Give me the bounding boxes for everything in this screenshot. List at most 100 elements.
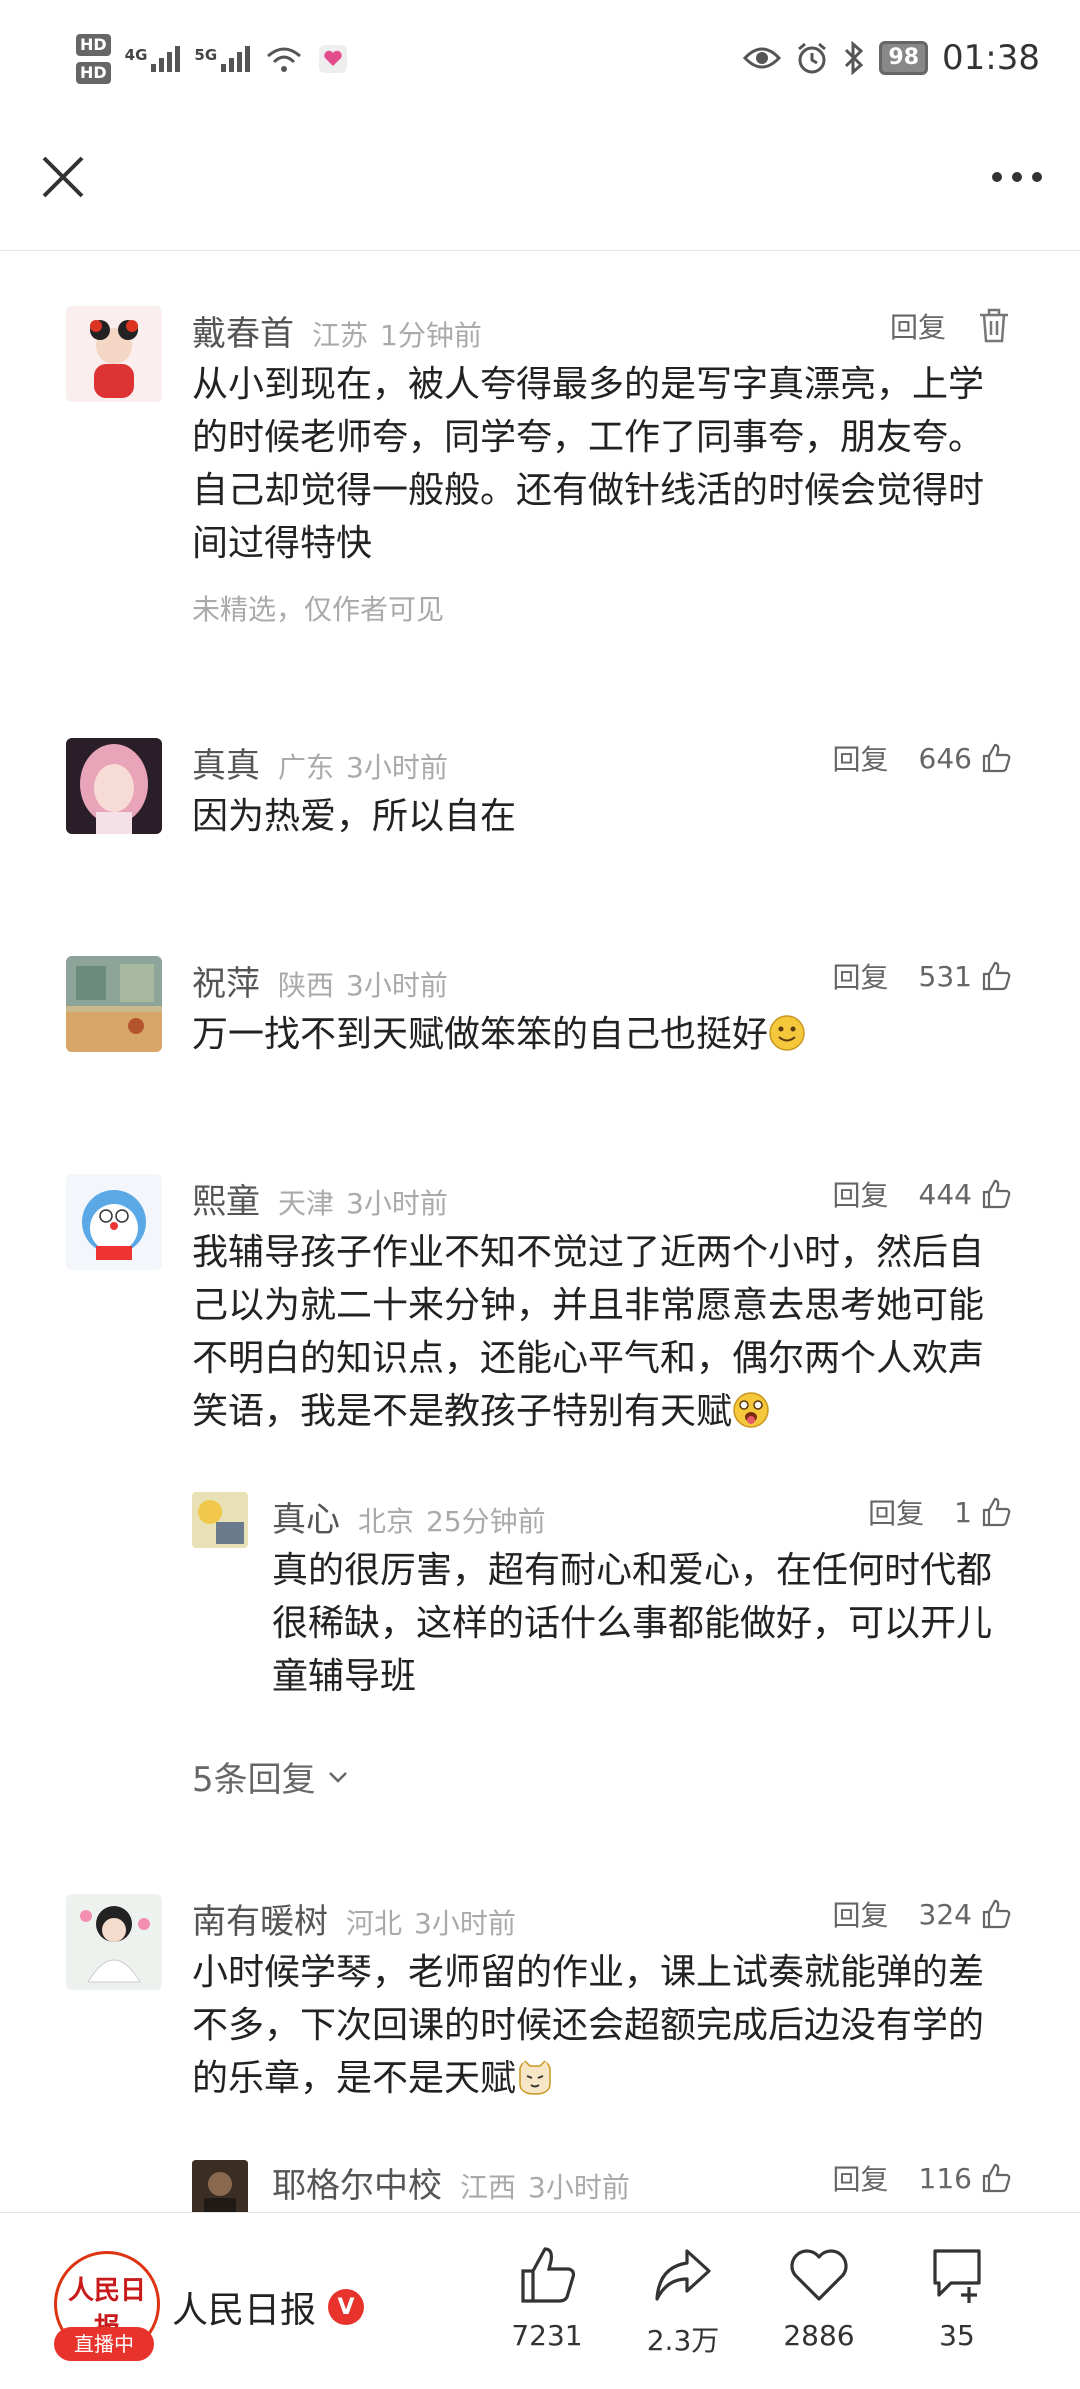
like-count: 116 (918, 2161, 972, 2195)
comment-text: 小时候学琴，老师留的作业，课上试奏就能弹的差不多，下次回课的时候还会超额完成后边… (192, 1952, 985, 2099)
favorite-button[interactable]: 2886 (764, 2243, 874, 2352)
publisher-name: 人民日报 (172, 2290, 317, 2331)
reply-time: 25分钟前 (426, 1505, 546, 1538)
comment-region: 河北 (346, 1907, 403, 1940)
comment-total: 35 (939, 2319, 975, 2352)
commenter-name[interactable]: 真真 (192, 738, 260, 787)
wifi-icon (267, 47, 302, 72)
comment-time: 3小时前 (414, 1907, 516, 1940)
comment-text: 万一找不到天赋做笨笨的自己也挺好 (192, 1014, 769, 1055)
reply-avatar[interactable] (192, 1492, 248, 1548)
signal-4g-icon: 4G (125, 46, 181, 72)
comment-button[interactable]: 35 (902, 2243, 1012, 2352)
status-right: 98 01:38 (743, 38, 1040, 78)
reply-avatar[interactable] (192, 2160, 248, 2216)
expand-replies-button[interactable]: 5条回复 (192, 1752, 350, 1801)
reply-button[interactable]: 回复 (868, 1492, 924, 1532)
commenter-name[interactable]: 戴春首 (192, 306, 294, 355)
bottom-action-bar: 人民日报 直播中 人民日报 V 7231 2.3万 2886 35 (0, 2212, 1080, 2389)
avatar[interactable] (66, 1174, 162, 1270)
like-button[interactable]: 531 (919, 960, 1012, 993)
more-options-button[interactable] (984, 152, 1050, 202)
favorite-total: 2886 (783, 2319, 855, 2352)
thumbs-up-icon (982, 1179, 1011, 1209)
heart-icon (790, 2249, 848, 2301)
reply-name[interactable]: 耶格尔中校 (272, 2158, 442, 2207)
bluetooth-icon (845, 41, 864, 75)
comment-text: 从小到现在，被人夸得最多的是写字真漂亮，上学的时候老师夸，同学夸，工作了同事夸，… (192, 364, 985, 564)
thumbs-up-icon (982, 2163, 1011, 2193)
like-button[interactable]: 324 (919, 1898, 1012, 1931)
reply-button[interactable]: 回复 (833, 1894, 889, 1934)
like-button[interactable]: 646 (919, 742, 1012, 775)
like-article-button[interactable]: 7231 (492, 2243, 602, 2352)
health-app-icon (319, 45, 348, 73)
reply-button[interactable]: 回复 (833, 2158, 889, 2198)
close-button[interactable] (30, 144, 96, 210)
live-badge[interactable]: 直播中 (54, 2327, 154, 2361)
reply-button[interactable]: 回复 (890, 306, 946, 346)
comment-add-icon (933, 2249, 981, 2303)
reply-button[interactable]: 回复 (833, 738, 889, 778)
more-dot-icon (1032, 172, 1042, 182)
comment-text: 因为热爱，所以自在 (192, 796, 517, 837)
avatar[interactable] (66, 306, 162, 402)
comment-text: 我辅导孩子作业不知不觉过了近两个小时，然后自己以为就二十来分钟，并且非常愿意去思… (192, 1232, 985, 1432)
commenter-name[interactable]: 南有暖树 (192, 1894, 328, 1943)
battery-level: 98 (879, 41, 929, 75)
hd1-label: HD (76, 34, 111, 56)
like-count: 444 (918, 1177, 972, 1211)
share-total: 2.3万 (646, 2324, 720, 2357)
like-count: 531 (918, 959, 972, 993)
thumbs-up-icon (521, 2247, 576, 2303)
alarm-icon (798, 42, 827, 74)
comment-region: 江苏 (312, 319, 369, 352)
close-icon (42, 156, 84, 198)
more-dot-icon (1012, 172, 1022, 182)
comment-time: 3小时前 (346, 1187, 448, 1220)
tongue-out-emoji-icon (733, 1392, 769, 1428)
avatar[interactable] (66, 738, 162, 834)
like-count: 646 (918, 741, 972, 775)
top-bar (0, 130, 1080, 251)
like-count: 1 (954, 1495, 972, 1529)
comment-text-wrapper: 万一找不到天赋做笨笨的自己也挺好 (192, 1008, 1012, 1061)
reply-time: 3小时前 (528, 2171, 630, 2204)
net2-label: 5G (194, 46, 218, 64)
avatar[interactable] (66, 1894, 162, 1990)
like-button[interactable]: 1 (954, 1496, 1012, 1529)
comment-text-wrapper: 我辅导孩子作业不知不觉过了近两个小时，然后自己以为就二十来分钟，并且非常愿意去思… (192, 1226, 1012, 1438)
thumbs-up-icon (982, 743, 1011, 773)
reply-region: 江西 (460, 2171, 517, 2204)
delete-icon[interactable] (976, 307, 1012, 345)
reply-name[interactable]: 真心 (272, 1492, 340, 1541)
comment-region: 广东 (278, 751, 335, 784)
comment-time: 1分钟前 (380, 319, 482, 352)
hd-indicators: HD HD (76, 34, 111, 84)
thumbs-up-icon (982, 1899, 1011, 1929)
commenter-name[interactable]: 熙童 (192, 1174, 260, 1223)
more-replies-label: 5条回复 (192, 1760, 316, 1800)
publisher[interactable]: 人民日报 V (172, 2281, 365, 2333)
hd2-label: HD (76, 62, 111, 84)
like-button[interactable]: 116 (919, 2162, 1012, 2195)
like-button[interactable]: 444 (919, 1178, 1012, 1211)
comment-region: 陕西 (278, 969, 335, 1002)
thumbs-up-icon (982, 1497, 1011, 1527)
avatar[interactable] (66, 956, 162, 1052)
comment-time: 3小时前 (346, 751, 448, 784)
commenter-name[interactable]: 祝萍 (192, 956, 260, 1005)
eye-icon (743, 47, 782, 69)
more-dot-icon (992, 172, 1002, 182)
status-bar: HD HD 4G 5G 98 01:38 (0, 0, 1080, 130)
share-icon (655, 2249, 711, 2301)
cat-emoji-icon (519, 2058, 551, 2095)
reply-button[interactable]: 回复 (833, 1174, 889, 1214)
share-button[interactable]: 2.3万 (628, 2243, 738, 2359)
like-total: 7231 (511, 2319, 583, 2352)
status-left: HD HD 4G 5G (76, 34, 348, 84)
reply-text: 真的很厉害，超有耐心和爱心，在任何时代都很稀缺，这样的话什么事都能做好，可以开儿… (272, 1550, 993, 1697)
chevron-down-icon (328, 1771, 347, 1783)
net1-label: 4G (124, 46, 148, 64)
reply-button[interactable]: 回复 (833, 956, 889, 996)
